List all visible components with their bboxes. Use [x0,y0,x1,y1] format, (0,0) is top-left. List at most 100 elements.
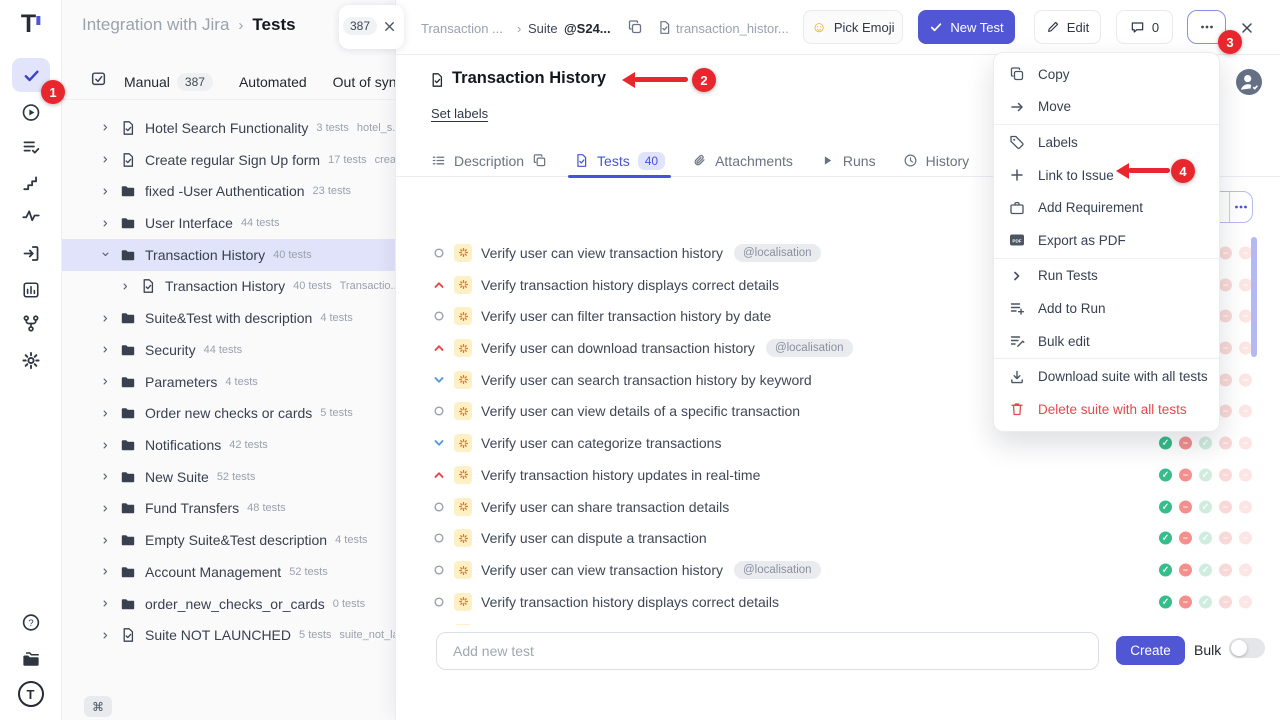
app-logo-icon[interactable]: T [21,10,40,39]
panel-close-button[interactable] [382,19,397,34]
tree-item-suite-test-with-description[interactable]: Suite&Test with description 4 tests [62,302,395,334]
tree-item-parameters[interactable]: Parameters 4 tests [62,366,395,398]
tree-item-security[interactable]: Security 44 tests [62,334,395,366]
test-row[interactable]: Verify user can view transaction history… [396,554,1280,586]
test-title: Verify user can search transaction histo… [481,372,812,388]
chevron-icon[interactable] [100,186,111,197]
tab-attachments[interactable]: Attachments [692,145,793,177]
tree-item-fund-transfers[interactable]: Fund Transfers 48 tests [62,493,395,525]
crumb-file-name[interactable]: transaction_histor... [676,21,789,36]
workspace-logo-icon[interactable]: T [18,681,44,707]
command-shortcut-badge[interactable]: ⌘ [84,696,112,717]
menu-item-bulk-edit[interactable]: Bulk edit [994,325,1219,358]
run-status-history: ✓–✓–– [1159,595,1252,608]
projects-button[interactable] [21,649,41,669]
tree-item-transaction-history[interactable]: Transaction History 40 tests [62,239,395,271]
tree-item-order-new-checks-or-cards[interactable]: Order new checks or cards 5 tests [62,397,395,429]
suite-label: New Suite [145,469,209,485]
close-detail-button[interactable] [1239,20,1255,36]
chevron-icon[interactable] [100,249,111,260]
tree-item-new-suite[interactable]: New Suite 52 tests [62,461,395,493]
chevron-icon[interactable] [100,440,111,451]
test-row[interactable]: Verify transaction history displays corr… [396,586,1280,618]
create-button[interactable]: Create [1116,636,1185,665]
chevron-icon[interactable] [100,535,111,546]
menu-item-add-to-run[interactable]: Add to Run [994,292,1219,325]
chevron-icon[interactable] [100,630,111,641]
tree-item-suite-not-launched[interactable]: Suite NOT LAUNCHED 5 tests suite_not_lau… [62,620,395,652]
breadcrumb-project[interactable]: Integration with Jira [82,15,229,35]
tree-item-create-regular-sign-up-form[interactable]: Create regular Sign Up form 17 tests cre… [62,144,395,176]
doc-check-icon [140,278,156,294]
menu-item-delete-suite-with-all-tests[interactable]: Delete suite with all tests [994,393,1219,426]
sidebar-item-plans[interactable] [21,137,40,156]
copy-icon[interactable] [532,153,547,168]
test-row[interactable]: Verify user can categorize transactions … [396,427,1280,459]
tree-item-transaction-history[interactable]: Transaction History 40 tests Transactio.… [62,271,395,303]
menu-item-download-suite-with-all-tests[interactable]: Download suite with all tests [994,360,1219,393]
scrollbar-thumb[interactable] [1251,237,1257,357]
sidebar-item-branches[interactable] [21,314,40,333]
tree-item-hotel-search-functionality[interactable]: Hotel Search Functionality 3 tests hotel… [62,112,395,144]
tree-item-order-new-checks-or-cards[interactable]: order_new_checks_or_cards 0 tests [62,588,395,620]
test-row[interactable]: Verify user can dispute a transaction ✓–… [396,522,1280,554]
chevron-icon[interactable] [100,503,111,514]
menu-item-add-requirement[interactable]: Add Requirement [994,191,1219,224]
sidebar-item-milestones[interactable] [22,174,40,192]
chevron-icon[interactable] [100,598,111,609]
help-button[interactable] [21,613,40,632]
tree-tab-out-of-sync[interactable]: Out of sync [333,74,395,90]
comments-button[interactable]: 0 [1116,10,1173,44]
sidebar-item-runs[interactable] [21,103,40,122]
priority-high-icon [432,278,446,292]
chevron-icon[interactable] [100,313,111,324]
pick-emoji-button[interactable]: ☺ Pick Emoji [803,10,903,44]
test-row[interactable]: Verify transaction history updates in re… [396,459,1280,491]
tree-item-empty-suite-test-description[interactable]: Empty Suite&Test description 4 tests [62,524,395,556]
sidebar-item-analytics[interactable] [22,281,40,299]
chevron-icon[interactable] [100,122,111,133]
tree-tab-manual[interactable]: Manual 387 [124,73,213,91]
menu-item-move[interactable]: Move [994,91,1219,124]
edit-button[interactable]: Edit [1034,10,1101,44]
add-test-input[interactable] [436,632,1099,670]
tree-tab-automated[interactable]: Automated [239,74,307,90]
chevron-icon[interactable] [100,344,111,355]
menu-item-run-tests[interactable]: Run Tests [994,260,1219,293]
menu-item-export-as-pdf[interactable]: Export as PDF [994,224,1219,257]
crumb-suite-id[interactable]: @S24... [564,21,611,36]
annotation-badge-3: 3 [1218,30,1242,54]
crumb-suite-label[interactable]: Suite [528,21,558,36]
crumb-parent[interactable]: Transaction ... [421,21,503,36]
tab-description[interactable]: Description [431,145,547,177]
menu-item-copy[interactable]: Copy [994,58,1219,91]
chevron-icon[interactable] [100,218,111,229]
chevron-icon[interactable] [100,408,111,419]
new-test-button[interactable]: New Test [918,10,1015,44]
chevron-icon[interactable] [100,471,111,482]
test-emoji-icon [454,498,472,516]
chevron-icon[interactable] [120,281,131,292]
tree-item-user-interface[interactable]: User Interface 44 tests [62,207,395,239]
avatar[interactable] [1236,69,1262,95]
trash-icon [1009,401,1025,417]
sidebar-item-pulse[interactable] [21,206,40,225]
bulk-toggle[interactable] [1229,638,1265,658]
test-row[interactable]: Verify user can share transaction detail… [396,491,1280,523]
tab-runs[interactable]: Runs [820,145,876,177]
tree-item-fixed-user-authentication[interactable]: fixed -User Authentication 23 tests [62,175,395,207]
menu-item-labels[interactable]: Labels [994,126,1219,159]
copy-id-button[interactable] [627,19,643,35]
sidebar-item-import[interactable] [21,244,40,263]
breadcrumb-section[interactable]: Tests [252,15,295,35]
tab-history[interactable]: History [903,145,970,177]
tab-tests[interactable]: Tests 40 [574,145,665,177]
sidebar-item-settings[interactable] [21,351,40,370]
tree-item-notifications[interactable]: Notifications 42 tests [62,429,395,461]
tree-item-account-management[interactable]: Account Management 52 tests [62,556,395,588]
chevron-icon[interactable] [100,376,111,387]
edit-label: Edit [1067,20,1089,35]
chevron-icon[interactable] [100,154,111,165]
chevron-icon[interactable] [100,566,111,577]
set-labels-link[interactable]: Set labels [431,106,488,121]
